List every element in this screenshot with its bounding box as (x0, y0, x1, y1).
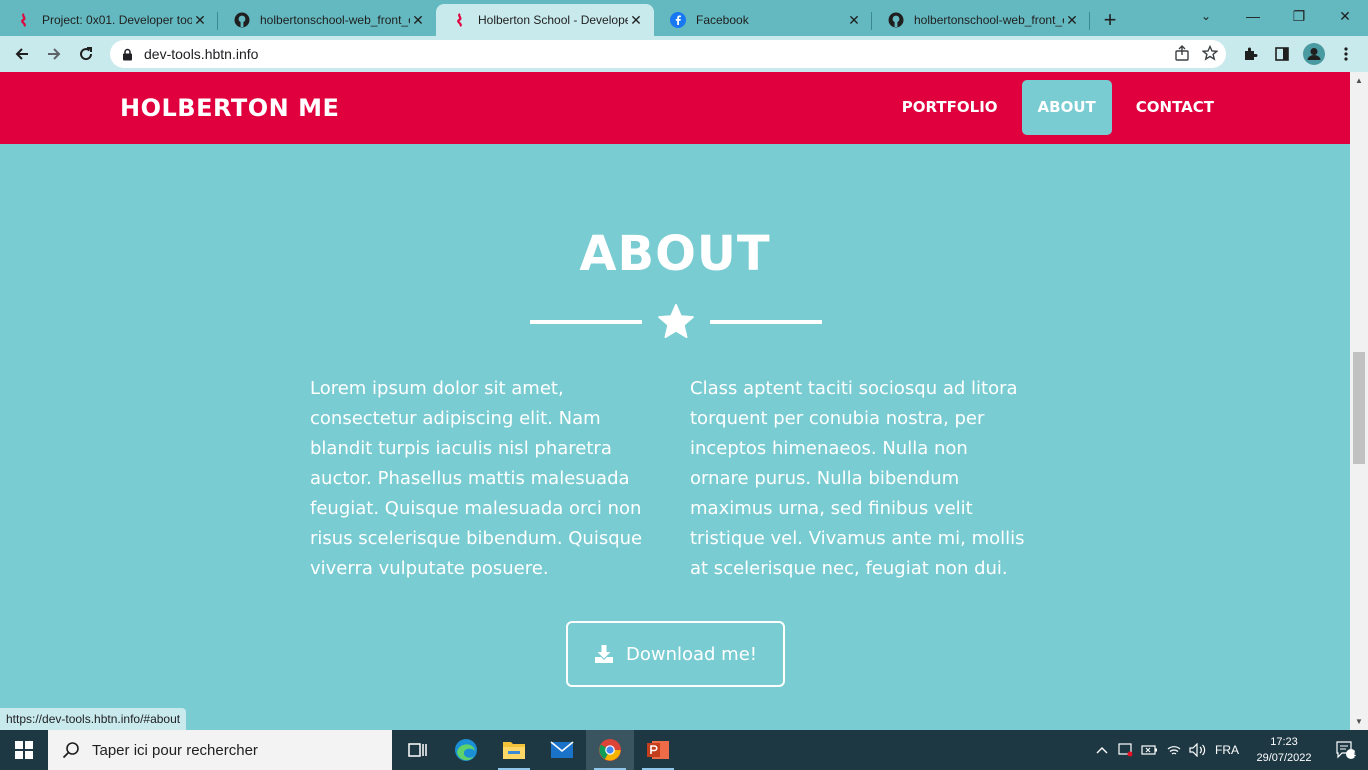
address-text: dev-tools.hbtn.info (144, 46, 259, 62)
star-divider (530, 304, 822, 340)
system-tray: FRA 17:23 29/07/2022 5 (1090, 730, 1368, 770)
browser-tab-active[interactable]: Holberton School - Developer ✕ (436, 4, 654, 36)
download-icon (594, 645, 613, 663)
github-favicon-icon (888, 12, 904, 28)
divider-line-right (710, 320, 822, 324)
omnibox-actions (1174, 44, 1219, 64)
clock-time: 17:23 (1270, 736, 1298, 748)
scroll-down-arrow-icon[interactable]: ▼ (1355, 717, 1363, 726)
tab-title: holbertonschool-web_front_end (260, 13, 410, 27)
tab-title: Facebook (696, 13, 749, 27)
menu-kebab-icon[interactable] (1332, 38, 1360, 70)
notification-count: 5 (1353, 750, 1359, 760)
facebook-favicon-icon (670, 12, 686, 28)
nav-contact-link[interactable]: CONTACT (1120, 80, 1230, 135)
page-scrollbar[interactable]: ▲ ▼ (1350, 72, 1368, 730)
reload-icon[interactable] (70, 38, 102, 70)
close-window-icon[interactable]: ✕ (1322, 0, 1368, 32)
mail-icon[interactable] (538, 730, 586, 770)
tab-close-icon[interactable]: ✕ (846, 12, 862, 28)
notification-center-icon[interactable]: 5 (1324, 730, 1368, 770)
site-nav: PORTFOLIO ABOUT CONTACT (886, 80, 1230, 135)
window-controls: — ❐ ✕ (1230, 0, 1368, 32)
scrollbar-thumb[interactable] (1353, 352, 1365, 464)
tab-close-icon[interactable]: ✕ (628, 12, 644, 28)
file-explorer-icon[interactable] (490, 730, 538, 770)
show-hidden-icons-chevron-icon[interactable] (1090, 730, 1114, 770)
meet-now-icon[interactable] (1114, 730, 1138, 770)
side-panel-icon[interactable] (1268, 38, 1296, 70)
status-bar-url: https://dev-tools.hbtn.info/#about (0, 708, 187, 730)
site-navbar: HOLBERTON ME PORTFOLIO ABOUT CONTACT (0, 72, 1350, 144)
download-label: Download me! (625, 643, 758, 665)
divider-line-left (530, 320, 642, 324)
new-tab-button[interactable]: + (1090, 4, 1130, 36)
browser-tab[interactable]: Facebook ✕ (654, 4, 872, 36)
github-favicon-icon (234, 12, 250, 28)
windows-taskbar: Taper ici pour rechercher FRA 17:23 29/0… (0, 730, 1368, 770)
extensions-puzzle-icon[interactable] (1236, 38, 1264, 70)
clock-date: 29/07/2022 (1256, 752, 1312, 764)
tab-close-icon[interactable]: ✕ (192, 12, 208, 28)
bookmark-star-icon[interactable] (1201, 44, 1219, 64)
back-arrow-icon[interactable] (6, 38, 38, 70)
task-view-icon[interactable] (394, 730, 442, 770)
address-bar[interactable]: dev-tools.hbtn.info (110, 40, 1226, 68)
scroll-up-arrow-icon[interactable]: ▲ (1355, 76, 1363, 85)
input-language[interactable]: FRA (1210, 743, 1244, 757)
tab-strip: Project: 0x01. Developer tools ✕ holbert… (0, 0, 1368, 36)
wifi-icon[interactable] (1162, 730, 1186, 770)
browser-tab[interactable]: holbertonschool-web_front_end ✕ (872, 4, 1090, 36)
download-button[interactable]: Download me! (566, 621, 785, 687)
tab-title: holbertonschool-web_front_end (914, 13, 1064, 27)
restore-icon[interactable]: ❐ (1276, 0, 1322, 32)
tab-title: Holberton School - Developer (478, 13, 628, 27)
web-page: HOLBERTON ME PORTFOLIO ABOUT CONTACT ABO… (0, 72, 1350, 730)
forward-arrow-icon[interactable] (38, 38, 70, 70)
toolbar-right (1236, 38, 1360, 70)
lock-icon (122, 47, 136, 61)
windows-start-icon[interactable] (0, 730, 48, 770)
share-icon[interactable] (1174, 45, 1190, 64)
profile-avatar-icon[interactable] (1300, 38, 1328, 70)
nav-portfolio-link[interactable]: PORTFOLIO (886, 80, 1014, 135)
tab-close-icon[interactable]: ✕ (1064, 12, 1080, 28)
holberton-favicon-icon (452, 12, 468, 28)
about-heading: ABOUT (579, 226, 771, 282)
site-brand[interactable]: HOLBERTON ME (120, 94, 339, 122)
volume-icon[interactable] (1186, 730, 1210, 770)
edge-browser-icon[interactable] (442, 730, 490, 770)
browser-toolbar: dev-tools.hbtn.info (0, 36, 1368, 72)
tab-search-chevron-icon[interactable]: ⌄ (1196, 6, 1216, 26)
star-icon (658, 304, 694, 338)
taskbar-search-placeholder: Taper ici pour rechercher (92, 741, 258, 759)
taskbar-search-box[interactable]: Taper ici pour rechercher (48, 730, 392, 770)
browser-tab[interactable]: Project: 0x01. Developer tools ✕ (0, 4, 218, 36)
minimize-icon[interactable]: — (1230, 0, 1276, 32)
tab-separator (1089, 12, 1090, 30)
powerpoint-icon[interactable] (634, 730, 682, 770)
search-icon (62, 742, 79, 759)
nav-about-link[interactable]: ABOUT (1021, 80, 1112, 135)
chrome-icon[interactable] (586, 730, 634, 770)
taskbar-clock[interactable]: 17:23 29/07/2022 (1244, 734, 1324, 766)
battery-plug-icon[interactable] (1138, 730, 1162, 770)
browser-tab[interactable]: holbertonschool-web_front_end ✕ (218, 4, 436, 36)
tab-close-icon[interactable]: ✕ (410, 12, 426, 28)
about-text-right: Class aptent taciti sociosqu ad litora t… (690, 378, 1025, 579)
tab-title: Project: 0x01. Developer tools (42, 13, 192, 27)
holberton-favicon-icon (16, 12, 32, 28)
about-text-left: Lorem ipsum dolor sit amet, consectetur … (310, 378, 643, 579)
